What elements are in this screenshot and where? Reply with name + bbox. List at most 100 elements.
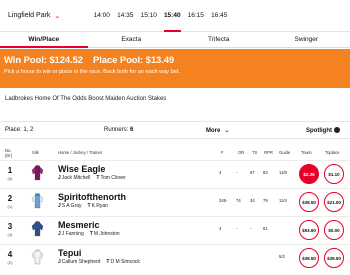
runner-ts: - [250, 226, 252, 231]
jockey-badge: J [58, 203, 61, 209]
tab-trifecta[interactable]: Trifecta [175, 33, 263, 47]
spotlight-icon [334, 127, 340, 133]
win-pool: Win Pool: $124.52 [4, 55, 83, 66]
jockey-silk-icon [31, 165, 44, 181]
runner-rpr: 79 [263, 198, 268, 203]
jockey-badge: J [58, 175, 61, 181]
race-info-bar: Place: 1, 2 Runners: 6 More ⌄ Spotlight [0, 121, 350, 139]
jockey-trainer: JJack Mitchell TTom Clover [58, 175, 126, 181]
jockey-badge: J [58, 259, 61, 265]
runner-count-value: 6 [130, 127, 134, 133]
runner-rpr: 83 [263, 170, 268, 175]
runner-row: 4 (2) Tepui JCallum Shepherd TD M Simcock 5/2… [0, 244, 350, 270]
spotlight-button[interactable]: Spotlight [306, 127, 340, 134]
race-time-1615[interactable]: 16:15 [184, 0, 208, 32]
jockey-silk-icon [31, 249, 44, 265]
runner-count: Runners: 6 [104, 127, 133, 133]
runner-draw: (5) [7, 176, 13, 181]
place-pool: Place Pool: $13.49 [93, 55, 175, 66]
trainer-name: Tom Clover [100, 175, 126, 181]
col-or: OR [238, 150, 245, 155]
place-terms: Place: 1, 2 [5, 127, 34, 133]
runner-number: 3 [7, 222, 13, 231]
runner-f: 4 [219, 170, 222, 175]
win-odds-button[interactable]: $2.38 [299, 164, 319, 184]
horse-name[interactable]: Tepui [58, 248, 81, 258]
trainer-name: M Johnston [93, 231, 120, 237]
race-time-1510[interactable]: 15:10 [137, 0, 161, 32]
jockey-silk-icon [31, 193, 44, 209]
jockey-trainer: JS A Gray TK Ryan [58, 203, 108, 209]
runner-or: 74 [236, 198, 241, 203]
col-rpr: RPR [264, 150, 273, 155]
venue-selector[interactable]: Lingfield Park ⌄ [8, 12, 82, 20]
jockey-name: Jack Mitchell [61, 175, 91, 181]
race-time-1645[interactable]: 16:45 [208, 0, 232, 32]
runner-f: 345- [219, 198, 228, 203]
trainer-badge: T [87, 203, 91, 209]
runner-row: 1 (5) Wise Eagle JJack Mitchell TTom Clover 4… [0, 160, 350, 186]
tab-win-place[interactable]: Win/Place [0, 33, 88, 48]
col-ts: TS [252, 150, 258, 155]
jockey-name: Callum Shepherd [61, 259, 101, 265]
bet-type-tabs: Win/Place Exacta Trifecta Swinger [0, 33, 350, 48]
runner-ts: 34 [250, 198, 255, 203]
jockey-trainer: JCallum Shepherd TD M Simcock [58, 259, 140, 265]
race-times: 14:00 14:35 15:10 15:40 16:15 16:45 [90, 0, 231, 32]
more-label: More [206, 128, 221, 134]
jockey-trainer: JJ Fanning TM Johnston [58, 231, 120, 237]
horse-name[interactable]: Spiritofthenorth [58, 192, 126, 202]
runner-or: - [236, 170, 238, 175]
win-odds-button[interactable]: $93.60 [299, 220, 319, 240]
runner-draw: (2) [7, 260, 13, 265]
trainer-name: D M Simcock [110, 259, 140, 265]
horse-name[interactable]: Wise Eagle [58, 164, 105, 174]
horse-name[interactable]: Mesmeric [58, 220, 100, 230]
runner-guide: 5/2 [279, 254, 285, 259]
runner-table-header: No. (Dr) Silk Horse / Jockey / Trainer F… [0, 148, 350, 158]
trainer-name: K Ryan [91, 203, 108, 209]
place-odds-button[interactable]: $21.00 [324, 192, 344, 212]
runner-rpr: 61 [263, 226, 268, 231]
col-silk: Silk [32, 150, 39, 155]
col-horse: Horse / Jockey / Trainer [58, 150, 103, 155]
win-odds-button[interactable]: $39.50 [299, 192, 319, 212]
col-draw: (Dr) [5, 153, 13, 158]
runner-draw: (4) [7, 232, 13, 237]
place-odds-button[interactable]: $1.10 [324, 164, 344, 184]
tab-swinger[interactable]: Swinger [263, 33, 350, 47]
runner-ts: 67 [250, 170, 255, 175]
win-odds-button[interactable]: $39.50 [299, 248, 319, 268]
runner-f: 4 [219, 226, 222, 231]
place-odds-button[interactable]: $0.00 [324, 220, 344, 240]
runner-number: 1 [7, 166, 13, 175]
race-time-1540[interactable]: 15:40 [161, 0, 185, 32]
runner-or: - [236, 226, 238, 231]
col-toplace: Toplace [325, 150, 340, 155]
col-guide: Guide [279, 150, 291, 155]
runner-count-label: Runners: [104, 127, 129, 133]
more-button[interactable]: More ⌄ [206, 127, 229, 134]
race-time-1435[interactable]: 14:35 [114, 0, 138, 32]
runner-draw: (1) [7, 204, 13, 209]
race-title: Ladbrokes Home Of The Odds Boost Maiden … [5, 96, 167, 102]
race-time-1400[interactable]: 14:00 [90, 0, 114, 32]
chevron-down-icon: ⌄ [54, 12, 61, 20]
chevron-down-icon: ⌄ [224, 128, 230, 134]
pool-hint: Pick a horse to win or place in the race… [4, 69, 180, 75]
runner-guide: 11/4 [279, 198, 287, 203]
place-odds-button[interactable]: $39.50 [324, 248, 344, 268]
jockey-name: J Fanning [61, 231, 84, 237]
spotlight-label: Spotlight [306, 128, 332, 134]
jockey-silk-icon [31, 221, 44, 237]
jockey-badge: J [58, 231, 61, 237]
trainer-badge: T [89, 231, 93, 237]
pool-banner: Win Pool: $124.52 Place Pool: $13.49 Pic… [0, 49, 350, 88]
runner-number: 4 [7, 250, 13, 259]
runner-guide: 11/8 [279, 170, 287, 175]
runner-row: 3 (4) Mesmeric JJ Fanning TM Johnston 4 - - 61 $9… [0, 216, 350, 242]
runner-number: 2 [7, 194, 13, 203]
col-f: F [221, 150, 224, 155]
tab-exacta[interactable]: Exacta [88, 33, 176, 47]
venue-name: Lingfield Park [8, 12, 51, 19]
